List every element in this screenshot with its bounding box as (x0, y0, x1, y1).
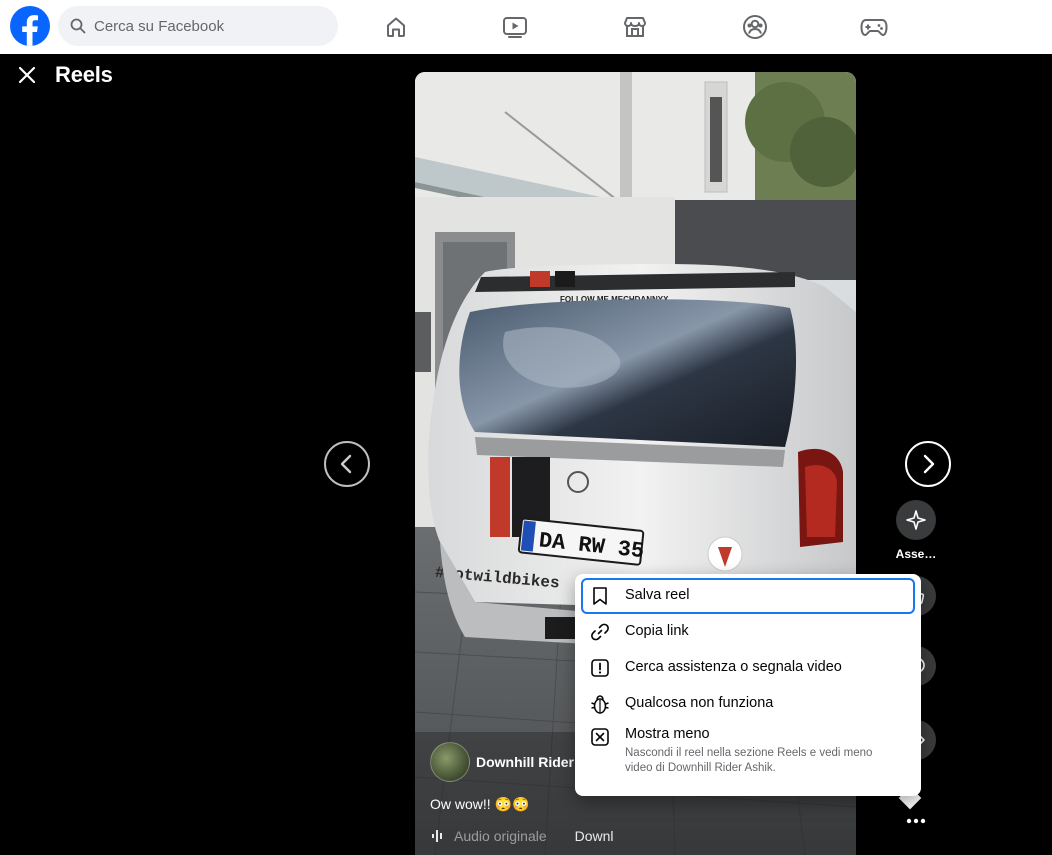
marketplace-icon[interactable] (620, 12, 650, 42)
next-reel-button[interactable] (905, 441, 951, 487)
sparkle-icon (906, 510, 926, 530)
report-icon (589, 657, 611, 679)
home-icon[interactable] (381, 12, 411, 42)
reel-options-menu: Salva reel Copia link Cerca assistenza o… (575, 574, 921, 796)
page-title: Reels (55, 62, 113, 87)
more-options-button[interactable] (902, 808, 930, 834)
menu-item-show-less[interactable]: Mostra meno Nascondi il reel nella sezio… (581, 722, 915, 778)
link-icon (589, 621, 611, 643)
author-name[interactable]: Downhill Rider (476, 754, 574, 770)
menu-item-label: Salva reel (625, 587, 690, 603)
gaming-icon[interactable] (859, 12, 889, 42)
bookmark-icon (589, 585, 611, 607)
facebook-logo-icon[interactable] (10, 6, 50, 46)
video-icon[interactable] (500, 12, 530, 42)
close-icon (18, 66, 36, 84)
menu-item-label: Mostra meno (625, 726, 710, 742)
audio-wave-icon (432, 830, 442, 842)
previous-reel-button[interactable] (324, 441, 370, 487)
menu-item-label: Copia link (625, 623, 689, 639)
assistant-label: Asse… (895, 547, 937, 561)
reel-audio[interactable]: Audio originale Downl (432, 828, 614, 844)
menu-item-save-reel[interactable]: Salva reel (581, 578, 915, 614)
audio-name[interactable]: Audio originale (454, 828, 547, 844)
close-button[interactable] (14, 62, 40, 88)
assistant-button[interactable] (896, 500, 936, 540)
avatar[interactable] (430, 742, 470, 782)
top-navigation-bar (0, 0, 1052, 54)
more-dots-icon (906, 818, 926, 824)
search-input[interactable] (94, 17, 314, 35)
menu-item-report[interactable]: Cerca assistenza o segnala video (581, 650, 915, 686)
menu-item-description: Nascondi il reel nella sezione Reels e v… (625, 747, 873, 774)
groups-icon[interactable] (740, 12, 770, 42)
search-bar[interactable] (58, 6, 338, 46)
hide-icon (589, 726, 611, 748)
chevron-left-icon (340, 454, 352, 474)
menu-item-label: Qualcosa non funziona (625, 695, 774, 711)
chevron-right-icon (923, 454, 935, 474)
menu-item-label: Cerca assistenza o segnala video (625, 659, 842, 675)
search-icon (70, 18, 86, 34)
bug-icon (589, 693, 611, 715)
menu-item-something-wrong[interactable]: Qualcosa non funziona (581, 686, 915, 722)
menu-item-copy-link[interactable]: Copia link (581, 614, 915, 650)
reel-caption: Ow wow!! 😳😳 (430, 796, 530, 812)
audio-author[interactable]: Downl (575, 828, 614, 844)
reel-author[interactable]: Downhill Rider (430, 742, 574, 782)
